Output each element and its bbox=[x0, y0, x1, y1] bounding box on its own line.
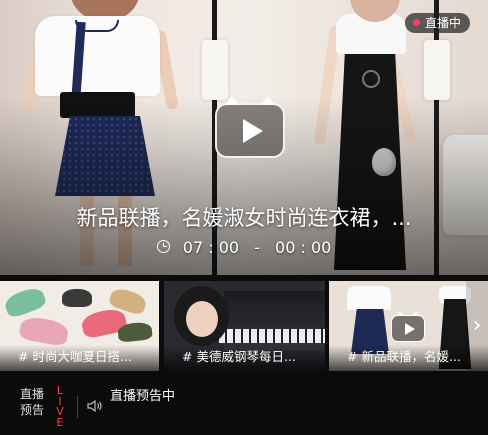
live-status-badge: 直播中 bbox=[404, 13, 470, 33]
play-button[interactable] bbox=[215, 96, 285, 158]
thumb-piano-keys bbox=[219, 329, 325, 343]
broadcast-time: 07 : 00 - 00 : 00 bbox=[0, 238, 488, 257]
thumb-model-top bbox=[347, 286, 391, 310]
thumbnail-card[interactable]: # 时尚大咖夏日搭... bbox=[0, 281, 159, 371]
tag-line-1: 直播 bbox=[20, 387, 45, 401]
thumb-sandal-shape bbox=[18, 315, 70, 347]
play-icon bbox=[243, 119, 263, 143]
thumbnail-caption: # 新品联播，名媛... bbox=[347, 349, 461, 364]
time-separator: - bbox=[254, 238, 260, 257]
thumbnail-card[interactable]: # 新品联播，名媛... bbox=[329, 281, 488, 371]
live-thumbnail-strip: # 时尚大咖夏日搭... # 美德威钢琴每日... # 新品联播，名媛... bbox=[0, 281, 488, 371]
live-video-hero[interactable]: 直播中 新品联播，名媛淑女时尚连衣裙，... 07 : 00 - 00 : 00 bbox=[0, 0, 488, 275]
thumbnail-caption-bar: # 时尚大咖夏日搭... bbox=[0, 345, 159, 371]
live-dot-icon bbox=[412, 19, 420, 26]
thumb-sandal-shape bbox=[62, 289, 92, 307]
thumbnail-caption: # 时尚大咖夏日搭... bbox=[18, 349, 132, 364]
clock-icon bbox=[156, 240, 170, 253]
live-vertical-text: LIVE bbox=[56, 384, 64, 429]
speaker-icon[interactable] bbox=[87, 400, 103, 412]
preview-notice: 直播预告中 bbox=[110, 389, 176, 404]
hero-title[interactable]: 新品联播，名媛淑女时尚连衣裙，... bbox=[0, 202, 488, 232]
thumbnail-play-button[interactable] bbox=[391, 311, 425, 342]
bottom-bar: 直播 预告 LIVE 直播预告中 bbox=[0, 375, 488, 435]
thumbnail-caption: # 美德威钢琴每日... bbox=[182, 349, 296, 364]
divider bbox=[77, 396, 78, 418]
thumb-sandal-shape bbox=[2, 284, 48, 320]
time-start: 07 : 00 bbox=[182, 238, 240, 257]
thumbnail-caption-bar: # 新品联播，名媛... bbox=[329, 345, 488, 371]
thumbnail-card[interactable]: # 美德威钢琴每日... bbox=[164, 281, 325, 371]
chevron-right-icon[interactable]: › bbox=[466, 281, 488, 371]
live-preview-tag[interactable]: 直播 预告 bbox=[20, 386, 44, 418]
thumb-person-face bbox=[186, 301, 218, 337]
time-end: 00 : 00 bbox=[275, 238, 332, 257]
play-icon bbox=[405, 323, 415, 335]
live-status-label: 直播中 bbox=[424, 16, 461, 30]
thumbnail-caption-bar: # 美德威钢琴每日... bbox=[164, 345, 325, 371]
tag-line-2: 预告 bbox=[20, 403, 45, 417]
